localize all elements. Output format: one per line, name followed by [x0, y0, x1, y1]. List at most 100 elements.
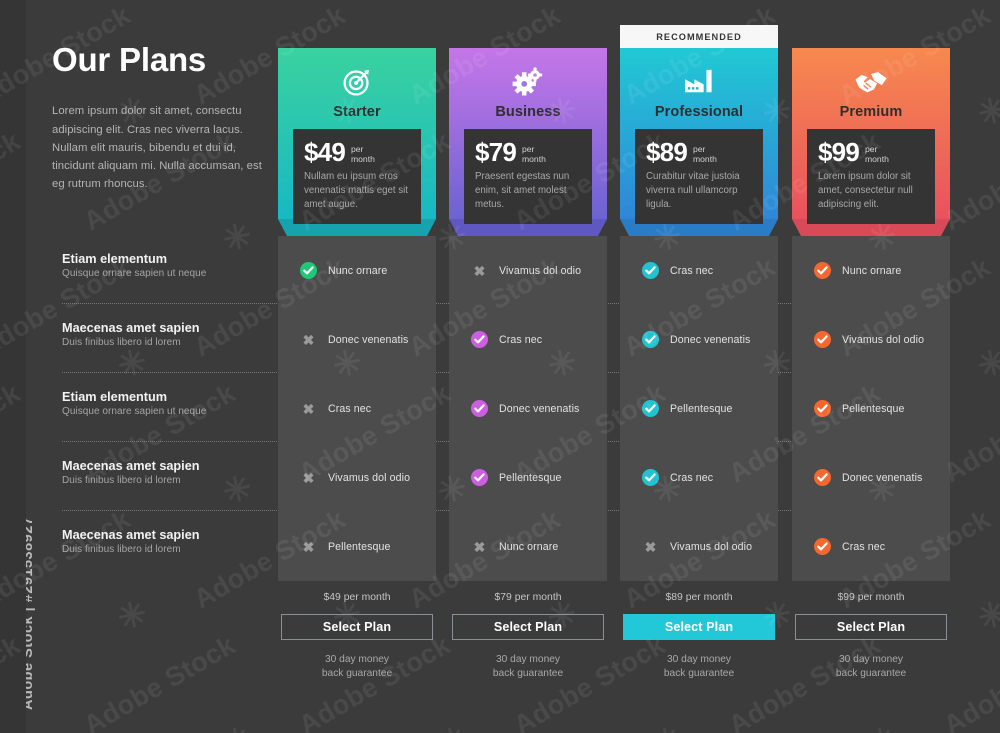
feature-row-2: Maecenas amet sapien Duis finibus libero… — [62, 321, 272, 348]
feature-row-4: Maecenas amet sapien Duis finibus libero… — [62, 459, 272, 486]
feature-cell-label: Pellentesque — [670, 402, 733, 415]
feature-cell-label: Vivamus dol odio — [499, 264, 582, 277]
feature-cell: Nunc ornare — [278, 236, 436, 305]
feature-cell: ✖ Vivamus dol odio — [278, 443, 436, 512]
select-plan-button[interactable]: Select Plan — [623, 614, 775, 640]
check-icon — [471, 400, 488, 417]
guarantee-note: 30 day money back guarantee — [663, 654, 735, 680]
feature-row-subtitle: Duis finibus libero id lorem — [62, 475, 181, 486]
price-period: per month — [350, 144, 375, 165]
cross-icon: ✖ — [302, 538, 315, 555]
select-plan-button[interactable]: Select Plan — [281, 614, 433, 640]
price-amount: $49 — [304, 137, 346, 167]
watermark-text: Adobe Stock — [78, 629, 241, 733]
feature-cell: Cras nec — [449, 305, 607, 374]
watermark-star-icon: ✳ — [114, 342, 151, 386]
feature-row-subtitle: Duis finibus libero id lorem — [62, 544, 181, 555]
cross-icon: ✖ — [302, 400, 315, 417]
feature-cell-label: Cras nec — [670, 264, 714, 277]
recommended-badge-label: RECOMMENDED — [656, 31, 742, 42]
plan-name: Professional — [654, 104, 744, 120]
guarantee-note: 30 day money back guarantee — [492, 654, 564, 680]
price-description: Nullam eu ipsum eros venenatis mattis eg… — [304, 171, 408, 211]
feature-cell: Cras nec — [620, 443, 778, 512]
check-icon — [471, 469, 488, 486]
price-box: $99 per month Lorem ipsum dolor sit amet… — [807, 129, 935, 225]
price-description: Praesent egestas nun enim, sit amet mole… — [475, 171, 570, 211]
select-plan-button[interactable]: Select Plan — [795, 614, 947, 640]
check-icon — [642, 331, 659, 348]
feature-cell-label: Donec venenatis — [670, 333, 751, 346]
footer-price: $99 per month — [837, 592, 905, 603]
feature-row-title: Maecenas amet sapien — [62, 321, 200, 335]
feature-cell-label: Donec venenatis — [842, 471, 923, 484]
guarantee-note: 30 day money back guarantee — [321, 654, 393, 680]
check-icon — [642, 469, 659, 486]
page-title: Our Plans — [52, 41, 207, 78]
target-icon — [278, 62, 436, 102]
feature-row-title: Maecenas amet sapien — [62, 528, 200, 542]
price-description: Lorem ipsum dolor sit amet, consectetur … — [818, 171, 913, 211]
feature-cell: Pellentesque — [620, 374, 778, 443]
plan-column-starter: Starter $49 per month Nullam eu ipsum er… — [278, 0, 436, 733]
plan-footer: $89 per month Select Plan 30 day money b… — [620, 592, 778, 681]
plan-card[interactable]: Business $79 per month Praesent egestas … — [449, 48, 607, 225]
factory-icon — [620, 62, 778, 102]
plan-footer: $79 per month Select Plan 30 day money b… — [449, 592, 607, 681]
intro-block: Our Plans Lorem ipsum dolor sit amet, co… — [52, 41, 267, 194]
feature-cell: Nunc ornare — [792, 236, 950, 305]
check-icon — [814, 538, 831, 555]
cross-icon: ✖ — [473, 538, 486, 555]
plan-card[interactable]: Professional $89 per month Curabitur vit… — [620, 48, 778, 225]
handshake-icon — [792, 62, 950, 102]
feature-row-subtitle: Duis finibus libero id lorem — [62, 337, 181, 348]
feature-cell-label: Vivamus dol odio — [670, 540, 753, 553]
plan-card[interactable]: Premium $99 per month Lorem ipsum dolor … — [792, 48, 950, 225]
price-box: $79 per month Praesent egestas nun enim,… — [464, 129, 592, 225]
feature-cell: ✖ Cras nec — [278, 374, 436, 443]
watermark-star-icon: ✳ — [974, 594, 1000, 638]
feature-row-subtitle: Quisque ornare sapien ut neque — [62, 268, 207, 279]
feature-cell: Donec venenatis — [792, 443, 950, 512]
plan-footer: $49 per month Select Plan 30 day money b… — [278, 592, 436, 681]
feature-row-3: Etiam elementum Quisque ornare sapien ut… — [62, 390, 272, 417]
price-amount: $99 — [818, 137, 860, 167]
feature-cell-label: Cras nec — [670, 471, 714, 484]
footer-price: $79 per month — [494, 592, 562, 603]
watermark-star-icon: ✳ — [114, 594, 151, 638]
intro-description: Lorem ipsum dolor sit amet, consectu adi… — [52, 105, 262, 191]
footer-price: $49 per month — [323, 592, 391, 603]
check-icon — [642, 400, 659, 417]
feature-row-subtitle: Quisque ornare sapien ut neque — [62, 406, 207, 417]
price-period: per month — [692, 144, 717, 165]
select-plan-button[interactable]: Select Plan — [452, 614, 604, 640]
feature-cell-label: Cras nec — [328, 402, 372, 415]
footer-price: $89 per month — [665, 592, 733, 603]
plan-name: Business — [495, 104, 561, 120]
feature-cell-label: Nunc ornare — [499, 540, 559, 553]
watermark-star-icon: ✳ — [974, 90, 1000, 134]
feature-cell-label: Vivamus dol odio — [328, 471, 411, 484]
price-description: Curabitur vitae justoia viverra null ull… — [646, 171, 740, 211]
plan-card[interactable]: Starter $49 per month Nullam eu ipsum er… — [278, 48, 436, 225]
feature-cell: Vivamus dol odio — [792, 305, 950, 374]
feature-cell: Donec venenatis — [449, 374, 607, 443]
plan-footer: $99 per month Select Plan 30 day money b… — [792, 592, 950, 681]
feature-cell-label: Cras nec — [842, 540, 886, 553]
cross-icon: ✖ — [473, 262, 486, 279]
feature-cell-label: Donec venenatis — [499, 402, 580, 415]
feature-cell-label: Pellentesque — [842, 402, 905, 415]
feature-cell-label: Pellentesque — [499, 471, 562, 484]
cross-icon: ✖ — [302, 469, 315, 486]
price-period: per month — [864, 144, 889, 165]
cross-icon: ✖ — [644, 538, 657, 555]
feature-cell: ✖ Nunc ornare — [449, 512, 607, 581]
check-icon — [642, 262, 659, 279]
feature-cell: Cras nec — [792, 512, 950, 581]
feature-cell-label: Nunc ornare — [328, 264, 388, 277]
feature-row-title: Etiam elementum — [62, 252, 168, 266]
check-icon — [814, 262, 831, 279]
feature-cell-label: Cras nec — [499, 333, 543, 346]
check-icon — [814, 331, 831, 348]
gears-icon — [449, 62, 607, 102]
